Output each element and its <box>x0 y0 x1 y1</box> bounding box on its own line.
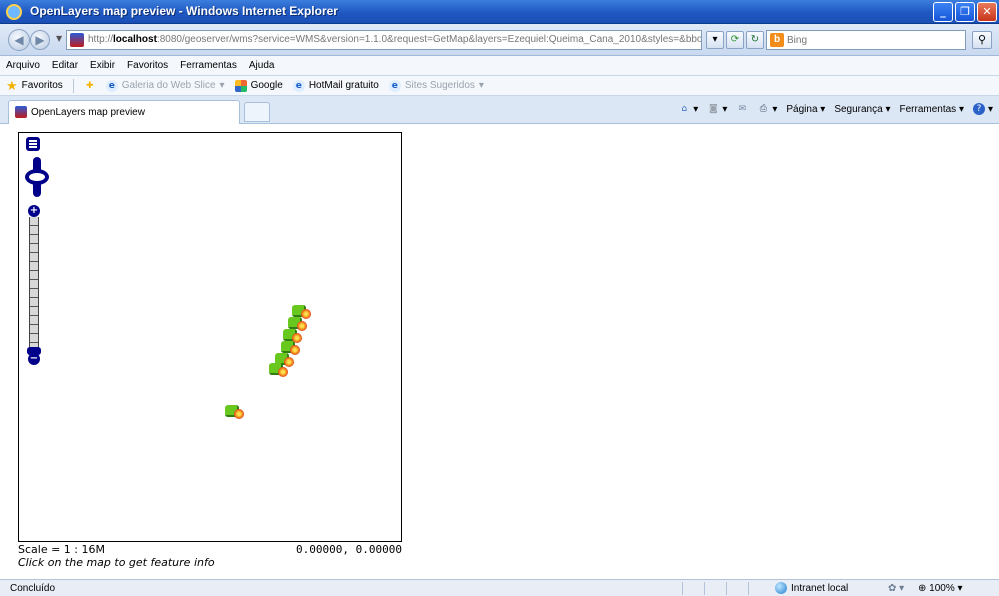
map-hint: Click on the map to get feature info <box>18 556 215 569</box>
favorites-bar: ★ Favoritos ✚ e Galeria do Web Slice ▾ Goog… <box>0 76 999 96</box>
star-icon: ★ <box>6 77 18 93</box>
fav-item-hotmail[interactable]: e HotMail gratuito <box>292 79 379 92</box>
layer-switcher-icon[interactable] <box>26 137 40 151</box>
command-bar: ⌂ ▾ ◙ ▾ ✉ ⎙ ▾ Página ▾ Segurança ▾ Ferramen… <box>678 103 993 115</box>
fav-item-suggested-sites[interactable]: e Sites Sugeridos ▾ <box>388 79 484 92</box>
google-icon <box>234 79 247 92</box>
zoom-out-button[interactable]: − <box>28 353 40 365</box>
compatibility-view-icon[interactable]: ⟳ <box>726 31 744 49</box>
status-cell <box>748 582 768 595</box>
window-controls: _ ❐ ✕ <box>933 2 997 22</box>
page-favicon-icon <box>70 33 84 47</box>
favorites-button[interactable]: ★ Favoritos <box>6 78 63 94</box>
security-menu[interactable]: Segurança ▾ <box>834 104 890 115</box>
tools-menu[interactable]: Ferramentas ▾ <box>899 104 963 115</box>
page-favicon-icon <box>15 106 27 118</box>
search-button[interactable]: ⚲ <box>972 31 992 49</box>
ie-page-icon: e <box>292 79 305 92</box>
home-icon: ⌂ <box>681 104 688 114</box>
menu-arquivo[interactable]: Arquivo <box>6 60 40 71</box>
menu-editar[interactable]: Editar <box>52 60 78 71</box>
status-bar: Concluído Intranet local ✿ ▾ ⊕ 100% ▾ <box>0 579 999 596</box>
pan-control[interactable] <box>25 157 49 197</box>
protected-mode-icon[interactable]: ✿ ▾ <box>888 583 904 594</box>
minimize-button[interactable]: _ <box>933 2 953 22</box>
rss-icon: ◙ <box>708 104 718 114</box>
url-dropdown-button[interactable]: ▾ <box>706 31 724 49</box>
zoom-in-button[interactable]: + <box>28 205 40 217</box>
printer-icon: ⎙ <box>759 104 767 114</box>
map-scale: Scale = 1 : 16M <box>18 543 105 556</box>
zoom-bar[interactable] <box>29 217 39 353</box>
menu-ferramentas[interactable]: Ferramentas <box>180 60 237 71</box>
home-button[interactable]: ⌂ ▾ <box>678 103 698 115</box>
fav-item-google[interactable]: Google <box>234 79 283 92</box>
menu-ajuda[interactable]: Ajuda <box>249 60 275 71</box>
maximize-button[interactable]: ❐ <box>955 2 975 22</box>
address-bar: ◀ ▶ ▼ http://localhost:8080/geoserver/wm… <box>0 24 999 56</box>
history-dropdown-icon[interactable]: ▼ <box>56 34 62 43</box>
status-cell <box>726 582 746 595</box>
page-content: + − Scale = 1 : 16M 0.00000, 0.00000 Cli… <box>0 124 999 579</box>
page-menu[interactable]: Página ▾ <box>786 104 825 115</box>
window-title: OpenLayers map preview - Windows Interne… <box>30 4 338 18</box>
add-favorite-icon[interactable]: ✚ <box>84 80 96 92</box>
refresh-button[interactable]: ↻ <box>746 31 764 49</box>
forward-button[interactable]: ▶ <box>30 30 50 50</box>
help-icon: ? <box>972 103 985 115</box>
url-field[interactable]: http://localhost:8080/geoserver/wms?serv… <box>66 30 702 50</box>
tab-openlayers[interactable]: OpenLayers map preview <box>8 100 240 124</box>
new-tab-button[interactable] <box>244 102 270 122</box>
print-button[interactable]: ⎙ ▾ <box>757 103 778 115</box>
tab-label: OpenLayers map preview <box>31 107 145 118</box>
tab-row: OpenLayers map preview ⌂ ▾ ◙ ▾ ✉ ⎙ ▾ Página… <box>0 96 999 124</box>
search-box[interactable]: b <box>766 30 966 50</box>
fav-item-web-slice[interactable]: e Galeria do Web Slice ▾ <box>105 79 225 92</box>
menu-bar: Arquivo Editar Exibir Favoritos Ferramen… <box>0 56 999 76</box>
intranet-icon <box>775 582 787 594</box>
ie-page-icon: e <box>105 79 118 92</box>
url-text[interactable]: http://localhost:8080/geoserver/wms?serv… <box>88 34 701 45</box>
zoom-level[interactable]: ⊕ 100% ▾ <box>918 583 963 594</box>
divider <box>72 78 74 93</box>
feature-marker[interactable] <box>269 361 289 377</box>
ie-page-icon: e <box>388 79 401 92</box>
window-titlebar: OpenLayers map preview - Windows Interne… <box>0 0 999 24</box>
mail-button[interactable]: ✉ <box>736 103 748 115</box>
status-cell <box>704 582 724 595</box>
map-viewport[interactable]: + − <box>18 132 402 542</box>
security-zone[interactable]: Intranet local <box>775 582 848 594</box>
status-cell <box>682 582 702 595</box>
feature-marker[interactable] <box>225 403 245 419</box>
status-cells <box>682 582 768 595</box>
mouse-coordinates: 0.00000, 0.00000 <box>296 543 402 556</box>
back-button[interactable]: ◀ <box>8 29 30 51</box>
search-input[interactable] <box>787 33 957 47</box>
status-text: Concluído <box>10 583 56 594</box>
mail-icon: ✉ <box>738 104 747 114</box>
menu-exibir[interactable]: Exibir <box>90 60 115 71</box>
close-button[interactable]: ✕ <box>977 2 997 22</box>
help-button[interactable]: ? ▾ <box>972 103 993 115</box>
ie-icon <box>6 4 22 20</box>
feeds-button[interactable]: ◙ ▾ <box>707 103 727 115</box>
bing-icon: b <box>770 33 784 47</box>
menu-favoritos[interactable]: Favoritos <box>127 60 168 71</box>
pan-horizontal-icon <box>25 169 49 185</box>
